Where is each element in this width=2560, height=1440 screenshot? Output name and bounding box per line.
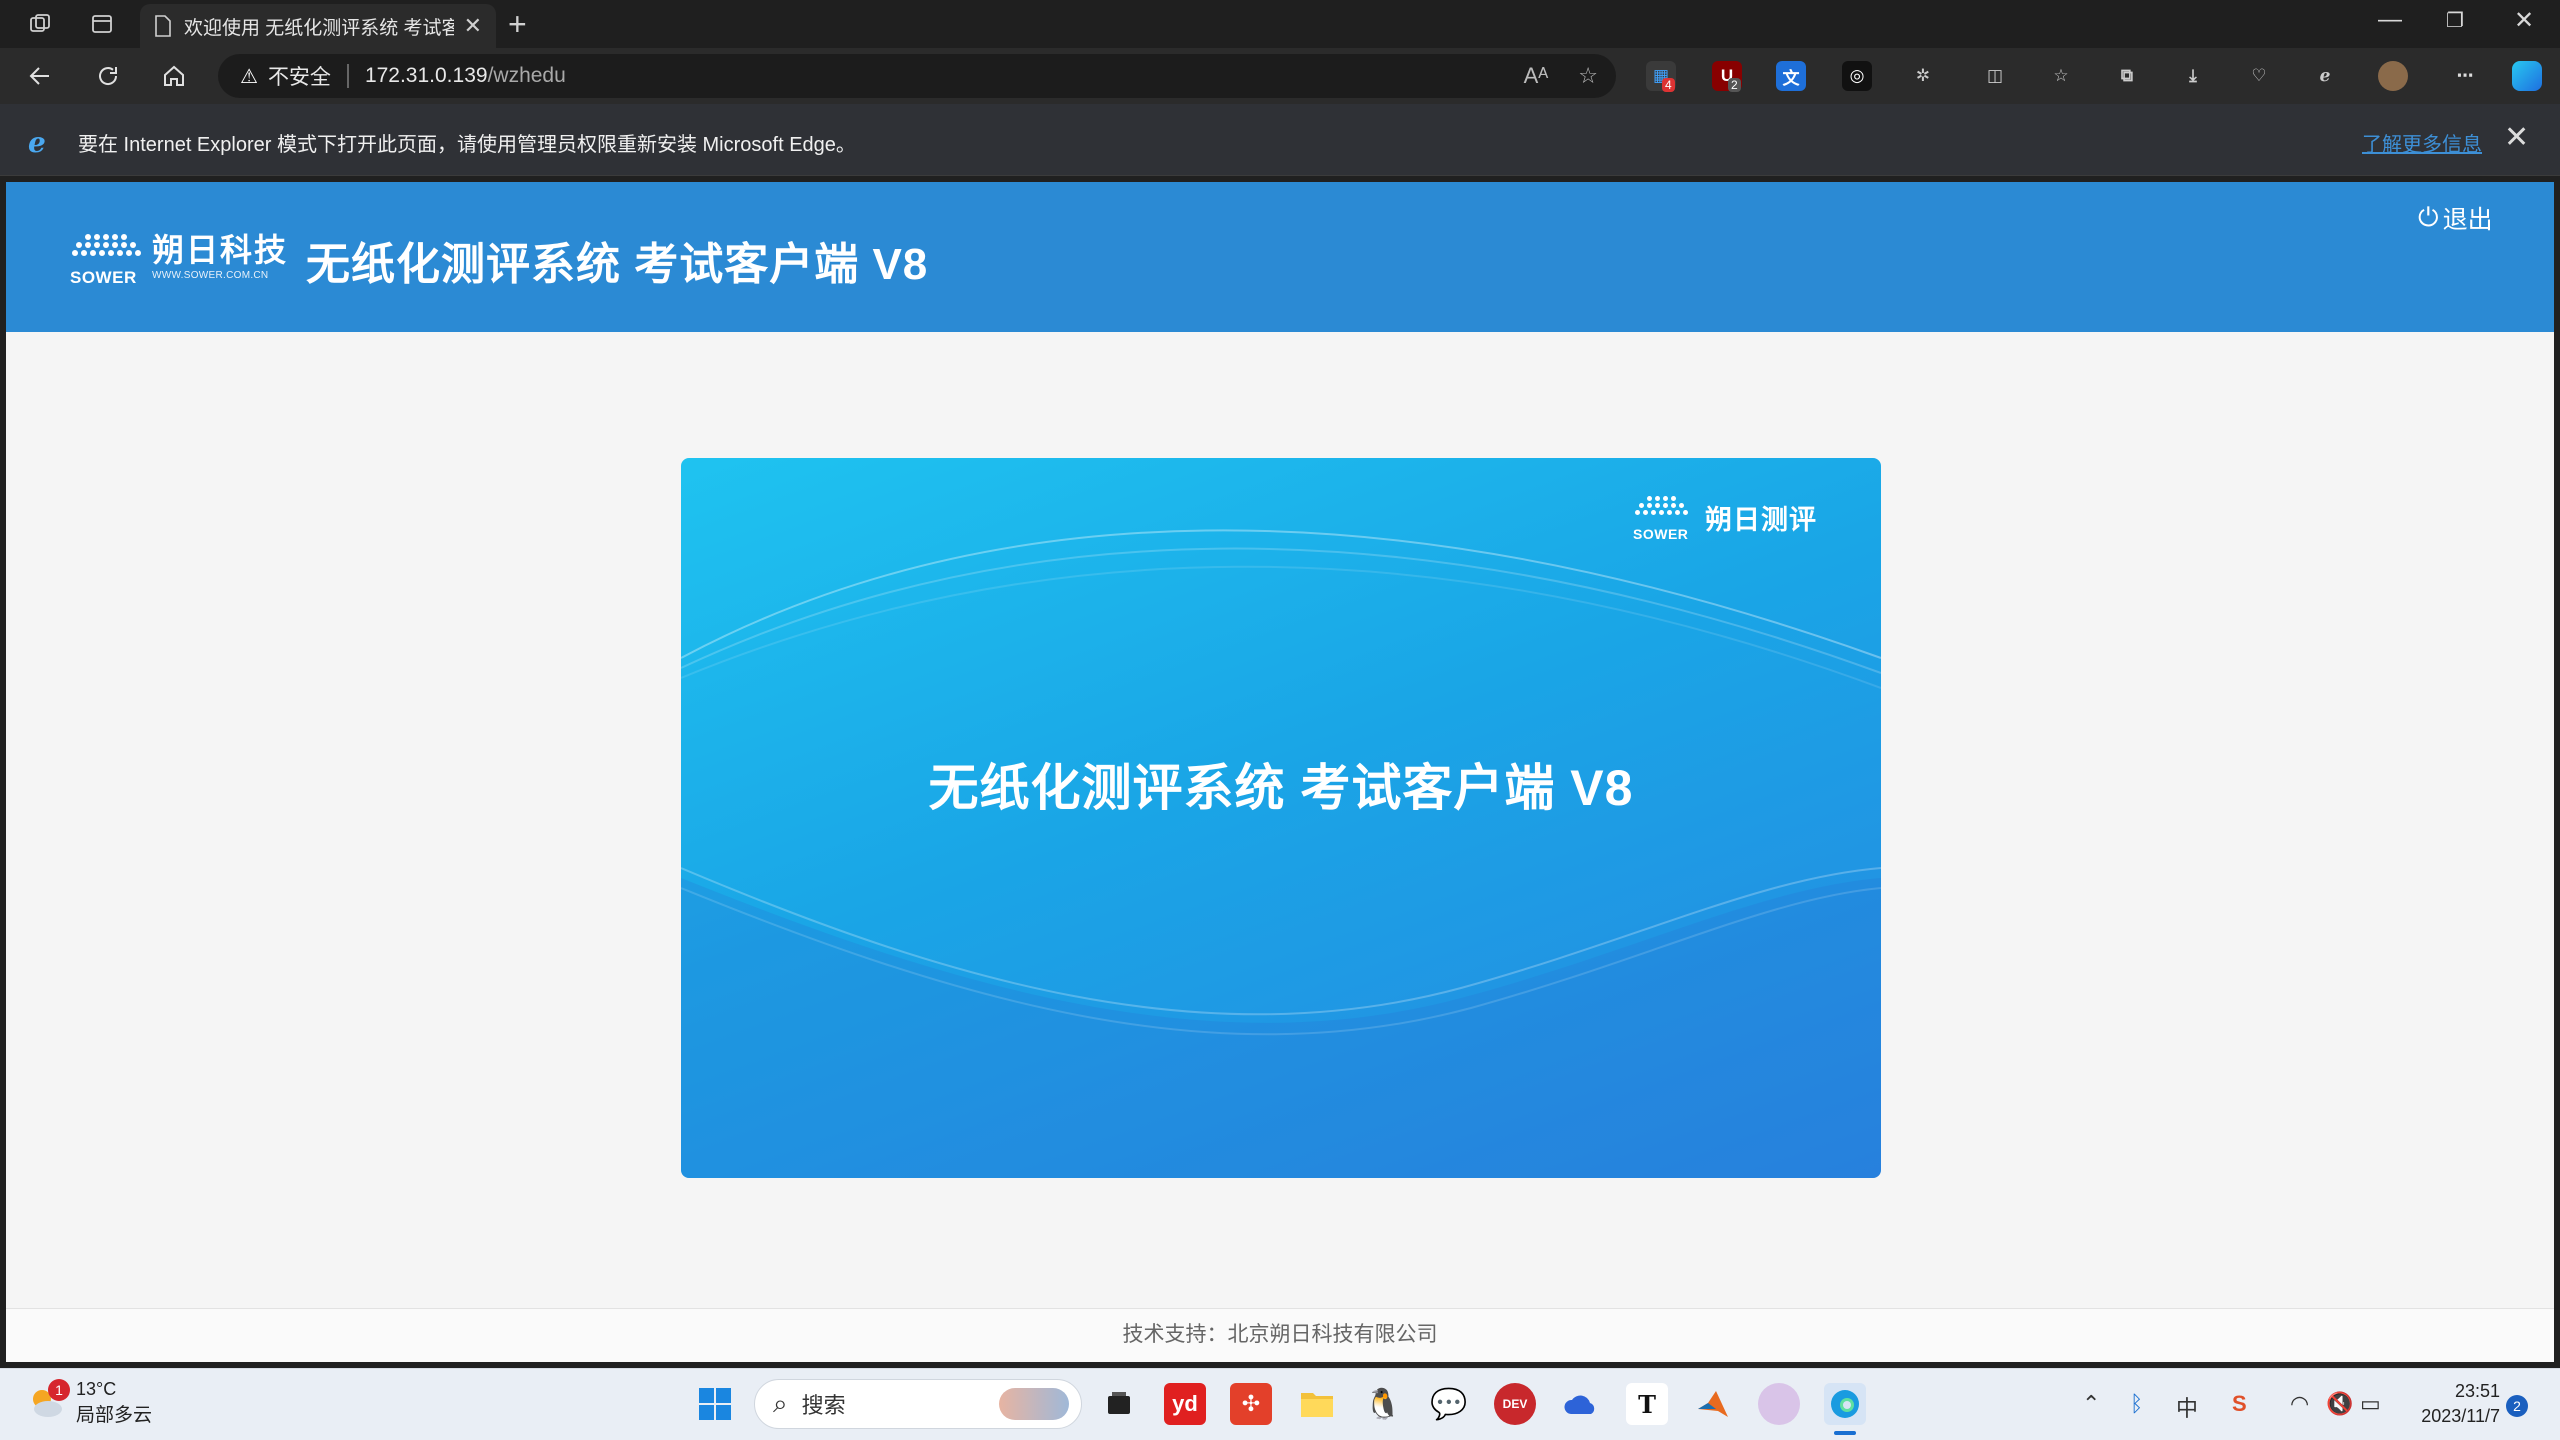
extension-badge: 4	[1662, 78, 1675, 92]
browser-essentials-icon[interactable]: ♡	[2244, 61, 2274, 91]
edge-bar-icon[interactable]: ℯ	[2310, 61, 2340, 91]
app-title: 无纸化测评系统 考试客户端 V8	[306, 240, 929, 289]
logo-brand-name: 朔日科技	[152, 232, 289, 268]
start-button[interactable]	[694, 1383, 736, 1425]
banner-logo: SOWER 朔日测评	[1631, 496, 1817, 542]
window-close-button[interactable]: ✕	[2514, 6, 2534, 35]
back-button[interactable]	[24, 60, 56, 92]
weather-widget[interactable]: 1 13°C 局部多云	[26, 1379, 152, 1427]
task-view-icon[interactable]	[1098, 1383, 1140, 1425]
ie-mode-infobar: e 要在 Internet Explorer 模式下打开此页面，请使用管理员权限…	[0, 104, 2560, 176]
weather-badge: 1	[48, 1379, 70, 1401]
anime-avatar-icon[interactable]	[1758, 1383, 1800, 1425]
search-highlight-icon	[999, 1388, 1069, 1420]
welcome-banner: SOWER 朔日测评 无纸化测评系统 考试客户端 V8	[681, 458, 1881, 1178]
ime-indicator[interactable]: 中	[2176, 1391, 2198, 1423]
split-screen-icon[interactable]: ◫	[1980, 61, 2010, 91]
power-icon: ⏻	[2418, 202, 2439, 232]
tray-overflow-icon[interactable]: ⌃	[2082, 1391, 2100, 1417]
copilot-icon[interactable]	[2512, 61, 2542, 91]
weather-condition: 局部多云	[76, 1405, 153, 1426]
weather-icon: 1	[26, 1379, 70, 1423]
page-viewport: SOWER 朔日科技 WWW.SOWER.COM.CN 无纸化测评系统 考试客户…	[6, 182, 2554, 1362]
favorite-star-icon[interactable]: ☆	[1578, 63, 1598, 89]
banner-sower-dots-icon: SOWER	[1631, 496, 1691, 542]
url-host: 172.31.0.139	[364, 64, 488, 87]
edge-taskbar-icon[interactable]	[1824, 1383, 1866, 1425]
bluetooth-icon[interactable]: ᛒ	[2130, 1391, 2143, 1417]
url-path: /wzhedu	[487, 64, 566, 87]
collections-icon[interactable]: ⧉	[2112, 61, 2142, 91]
windows-taskbar: 1 13°C 局部多云 ⌕ 搜索 yd ✣ 🐧 💬 DEV T ⌃ ᛒ 中 S …	[0, 1368, 2560, 1440]
insecure-label[interactable]: 不安全	[268, 61, 331, 91]
learn-more-link[interactable]: 了解更多信息	[2362, 128, 2482, 157]
refresh-button[interactable]	[92, 60, 124, 92]
downloads-icon[interactable]: ⤓	[2178, 61, 2208, 91]
logo-website: WWW.SOWER.COM.CN	[152, 270, 269, 281]
clock-date: 2023/11/7	[2421, 1406, 2500, 1426]
glasses-extension-icon[interactable]: ◎	[1842, 61, 1872, 91]
warning-icon[interactable]: ⚠	[240, 64, 258, 89]
devcpp-icon[interactable]: DEV	[1494, 1383, 1536, 1425]
app-header: SOWER 朔日科技 WWW.SOWER.COM.CN 无纸化测评系统 考试客户…	[6, 182, 2554, 332]
typora-icon[interactable]: T	[1626, 1383, 1668, 1425]
banner-brand-name: 朔日测评	[1705, 504, 1817, 535]
search-placeholder: 搜索	[801, 1393, 846, 1418]
matlab-icon[interactable]	[1692, 1383, 1734, 1425]
profile-avatar[interactable]	[2378, 61, 2408, 91]
volume-muted-icon[interactable]: 🔇	[2326, 1391, 2353, 1417]
extensions-icon[interactable]: ✲	[1908, 61, 1938, 91]
page-footer: 技术支持：北京朔日科技有限公司	[6, 1308, 2554, 1362]
home-button[interactable]	[158, 60, 190, 92]
logout-button[interactable]: ⏻ 退出	[2418, 200, 2493, 236]
minimize-button[interactable]: —	[2378, 6, 2402, 34]
tab-close-icon[interactable]: ✕	[464, 13, 482, 39]
edge-active-indicator	[1834, 1431, 1856, 1435]
banner-title: 无纸化测评系统 考试客户端 V8	[928, 760, 1634, 816]
tab-active[interactable]: 欢迎使用 无纸化测评系统 考试客 ✕	[140, 4, 496, 48]
page-icon	[155, 15, 171, 37]
url-text[interactable]: 172.31.0.139/wzhedu	[365, 64, 566, 88]
onedrive-icon[interactable]	[1560, 1383, 1602, 1425]
browser-title-bar: 欢迎使用 无纸化测评系统 考试客 ✕ + — ❐ ✕	[0, 0, 2560, 48]
address-bar[interactable]: ⚠ 不安全 172.31.0.139/wzhedu Aᴬ ☆	[218, 54, 1616, 98]
logout-label: 退出	[2442, 206, 2493, 234]
logo-sower-text: SOWER	[70, 268, 137, 287]
sogou-input-icon[interactable]: S	[2232, 1391, 2247, 1417]
workspaces-icon[interactable]	[26, 10, 54, 38]
notification-badge[interactable]: 2	[2506, 1395, 2528, 1417]
qq-icon[interactable]: 🐧	[1362, 1383, 1404, 1425]
read-aloud-icon[interactable]: Aᴬ	[1524, 63, 1549, 89]
internet-explorer-icon: e	[28, 126, 46, 159]
taskbar-search[interactable]: ⌕ 搜索	[754, 1379, 1082, 1429]
clock-time: 23:51	[2454, 1381, 2500, 1401]
sower-dots-icon: SOWER	[70, 234, 142, 287]
address-separator	[346, 64, 349, 88]
system-clock[interactable]: 23:51 2023/11/7	[2386, 1381, 2500, 1427]
file-explorer-icon[interactable]	[1296, 1383, 1338, 1425]
favorites-icon[interactable]: ☆	[2046, 61, 2076, 91]
wifi-icon[interactable]: ◠	[2290, 1391, 2309, 1417]
tab-title: 欢迎使用 无纸化测评系统 考试客	[184, 17, 454, 39]
infobar-message: 要在 Internet Explorer 模式下打开此页面，请使用管理员权限重新…	[78, 134, 856, 156]
weather-temp: 13°C	[76, 1379, 117, 1399]
infobar-close-icon[interactable]: ✕	[2504, 120, 2529, 155]
battery-icon[interactable]: ▭	[2360, 1391, 2381, 1417]
more-menu-icon[interactable]: ⋯	[2450, 61, 2480, 91]
xmind-icon[interactable]: ✣	[1230, 1383, 1272, 1425]
company-logo: SOWER 朔日科技 WWW.SOWER.COM.CN	[70, 232, 289, 287]
new-tab-button[interactable]: +	[508, 6, 527, 43]
translate-extension-icon[interactable]: 文	[1776, 61, 1806, 91]
youdao-icon[interactable]: yd	[1164, 1383, 1206, 1425]
search-icon: ⌕	[773, 1388, 788, 1418]
banner-sower-text: SOWER	[1633, 526, 1689, 542]
extension-badge-2: 2	[1728, 78, 1741, 92]
wechat-icon[interactable]: 💬	[1428, 1383, 1470, 1425]
restore-button[interactable]: ❐	[2446, 8, 2464, 33]
vertical-tabs-icon[interactable]	[88, 10, 116, 38]
browser-toolbar: ⚠ 不安全 172.31.0.139/wzhedu Aᴬ ☆ ▦ 4 U 2 文…	[0, 48, 2560, 104]
